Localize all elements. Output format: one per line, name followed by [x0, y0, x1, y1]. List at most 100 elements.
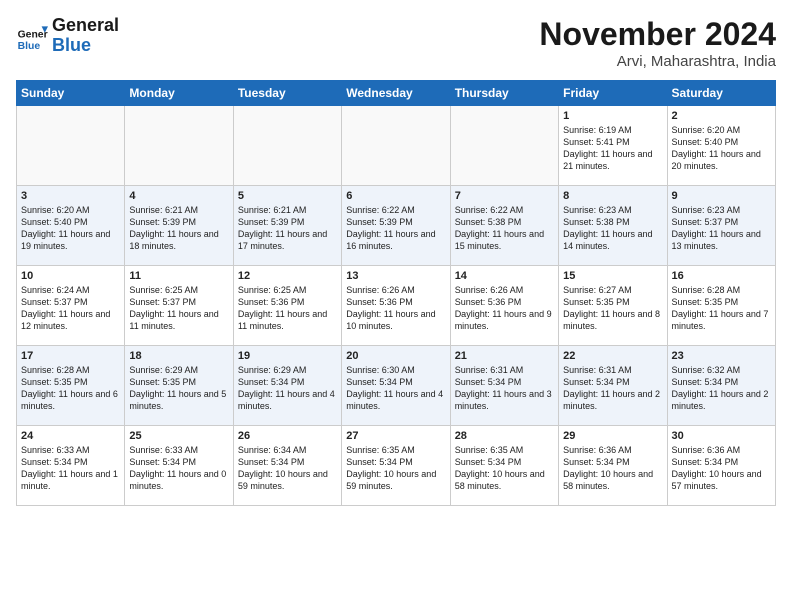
calendar-week-2: 3Sunrise: 6:20 AM Sunset: 5:40 PM Daylig…	[17, 186, 776, 266]
day-info: Sunrise: 6:29 AM Sunset: 5:34 PM Dayligh…	[238, 364, 337, 413]
calendar-cell: 28 Sunrise: 6:35 AM Sunset: 5:34 PM Dayli…	[450, 426, 558, 506]
day-number: 30	[672, 430, 771, 442]
day-number: 17	[21, 350, 120, 362]
day-info: Sunrise: 6:29 AM Sunset: 5:35 PM Dayligh…	[129, 364, 228, 413]
day-number: 2	[672, 110, 771, 122]
calendar-cell: 8Sunrise: 6:23 AM Sunset: 5:38 PM Daylig…	[559, 186, 667, 266]
header: General Blue General Blue November 2024 …	[16, 16, 776, 70]
calendar-week-3: 10 Sunrise: 6:24 AM Sunset: 5:37 PM Dayli…	[17, 266, 776, 346]
calendar-week-4: 17 Sunrise: 6:28 AM Sunset: 5:35 PM Dayli…	[17, 346, 776, 426]
dow-header-saturday: Saturday	[667, 81, 775, 106]
day-info: Sunrise: 6:25 AM Sunset: 5:37 PM Dayligh…	[129, 284, 228, 333]
calendar-cell: 26 Sunrise: 6:34 AM Sunset: 5:34 PM Dayli…	[233, 426, 341, 506]
day-number: 5	[238, 190, 337, 202]
page: General Blue General Blue November 2024 …	[0, 0, 792, 612]
day-of-week-row: SundayMondayTuesdayWednesdayThursdayFrid…	[17, 81, 776, 106]
calendar-cell: 14Sunrise: 6:26 AM Sunset: 5:36 PM Dayli…	[450, 266, 558, 346]
day-info: Sunrise: 6:31 AM Sunset: 5:34 PM Dayligh…	[455, 364, 554, 413]
logo-icon: General Blue	[16, 20, 48, 52]
day-number: 7	[455, 190, 554, 202]
day-info: Sunrise: 6:21 AM Sunset: 5:39 PM Dayligh…	[238, 204, 337, 253]
day-info: Sunrise: 6:23 AM Sunset: 5:37 PM Dayligh…	[672, 204, 771, 253]
day-number: 28	[455, 430, 554, 442]
calendar-cell: 5 Sunrise: 6:21 AM Sunset: 5:39 PM Daylig…	[233, 186, 341, 266]
day-info: Sunrise: 6:28 AM Sunset: 5:35 PM Dayligh…	[672, 284, 771, 333]
calendar-cell: 24 Sunrise: 6:33 AM Sunset: 5:34 PM Dayli…	[17, 426, 125, 506]
calendar-cell: 27 Sunrise: 6:35 AM Sunset: 5:34 PM Dayli…	[342, 426, 450, 506]
day-number: 18	[129, 350, 228, 362]
day-info: Sunrise: 6:36 AM Sunset: 5:34 PM Dayligh…	[672, 444, 771, 493]
day-number: 10	[21, 270, 120, 282]
calendar-body: 1Sunrise: 6:19 AM Sunset: 5:41 PM Daylig…	[17, 106, 776, 506]
day-number: 23	[672, 350, 771, 362]
day-number: 27	[346, 430, 445, 442]
day-number: 20	[346, 350, 445, 362]
dow-header-monday: Monday	[125, 81, 233, 106]
day-info: Sunrise: 6:33 AM Sunset: 5:34 PM Dayligh…	[21, 444, 120, 493]
calendar-cell: 15 Sunrise: 6:27 AM Sunset: 5:35 PM Dayli…	[559, 266, 667, 346]
day-info: Sunrise: 6:30 AM Sunset: 5:34 PM Dayligh…	[346, 364, 445, 413]
day-info: Sunrise: 6:22 AM Sunset: 5:38 PM Dayligh…	[455, 204, 554, 253]
calendar-cell	[342, 106, 450, 186]
calendar-cell: 2 Sunrise: 6:20 AM Sunset: 5:40 PM Daylig…	[667, 106, 775, 186]
calendar-cell: 11Sunrise: 6:25 AM Sunset: 5:37 PM Dayli…	[125, 266, 233, 346]
day-info: Sunrise: 6:24 AM Sunset: 5:37 PM Dayligh…	[21, 284, 120, 333]
calendar-week-1: 1Sunrise: 6:19 AM Sunset: 5:41 PM Daylig…	[17, 106, 776, 186]
dow-header-thursday: Thursday	[450, 81, 558, 106]
calendar-cell	[450, 106, 558, 186]
day-info: Sunrise: 6:19 AM Sunset: 5:41 PM Dayligh…	[563, 124, 662, 173]
day-info: Sunrise: 6:27 AM Sunset: 5:35 PM Dayligh…	[563, 284, 662, 333]
calendar-cell: 18 Sunrise: 6:29 AM Sunset: 5:35 PM Dayli…	[125, 346, 233, 426]
day-number: 9	[672, 190, 771, 202]
day-number: 13	[346, 270, 445, 282]
dow-header-sunday: Sunday	[17, 81, 125, 106]
day-number: 4	[129, 190, 228, 202]
day-info: Sunrise: 6:20 AM Sunset: 5:40 PM Dayligh…	[21, 204, 120, 253]
day-number: 14	[455, 270, 554, 282]
logo-text: General Blue	[52, 16, 119, 56]
day-number: 15	[563, 270, 662, 282]
day-number: 25	[129, 430, 228, 442]
day-info: Sunrise: 6:32 AM Sunset: 5:34 PM Dayligh…	[672, 364, 771, 413]
day-info: Sunrise: 6:35 AM Sunset: 5:34 PM Dayligh…	[346, 444, 445, 493]
dow-header-tuesday: Tuesday	[233, 81, 341, 106]
calendar-cell: 19 Sunrise: 6:29 AM Sunset: 5:34 PM Dayli…	[233, 346, 341, 426]
calendar-cell: 13Sunrise: 6:26 AM Sunset: 5:36 PM Dayli…	[342, 266, 450, 346]
calendar-cell: 22Sunrise: 6:31 AM Sunset: 5:34 PM Dayli…	[559, 346, 667, 426]
calendar-cell: 17 Sunrise: 6:28 AM Sunset: 5:35 PM Dayli…	[17, 346, 125, 426]
calendar-cell: 1Sunrise: 6:19 AM Sunset: 5:41 PM Daylig…	[559, 106, 667, 186]
day-info: Sunrise: 6:33 AM Sunset: 5:34 PM Dayligh…	[129, 444, 228, 493]
logo-general: General	[52, 16, 119, 36]
day-number: 26	[238, 430, 337, 442]
day-number: 29	[563, 430, 662, 442]
calendar-cell: 12Sunrise: 6:25 AM Sunset: 5:36 PM Dayli…	[233, 266, 341, 346]
logo: General Blue General Blue	[16, 16, 119, 56]
calendar-cell: 30 Sunrise: 6:36 AM Sunset: 5:34 PM Dayli…	[667, 426, 775, 506]
day-number: 21	[455, 350, 554, 362]
title-block: November 2024 Arvi, Maharashtra, India	[539, 16, 776, 70]
calendar-cell: 9 Sunrise: 6:23 AM Sunset: 5:37 PM Daylig…	[667, 186, 775, 266]
day-info: Sunrise: 6:35 AM Sunset: 5:34 PM Dayligh…	[455, 444, 554, 493]
day-info: Sunrise: 6:36 AM Sunset: 5:34 PM Dayligh…	[563, 444, 662, 493]
calendar-cell: 7 Sunrise: 6:22 AM Sunset: 5:38 PM Daylig…	[450, 186, 558, 266]
day-info: Sunrise: 6:21 AM Sunset: 5:39 PM Dayligh…	[129, 204, 228, 253]
calendar-table: SundayMondayTuesdayWednesdayThursdayFrid…	[16, 80, 776, 506]
month-title: November 2024	[539, 16, 776, 53]
calendar-cell: 6Sunrise: 6:22 AM Sunset: 5:39 PM Daylig…	[342, 186, 450, 266]
day-info: Sunrise: 6:31 AM Sunset: 5:34 PM Dayligh…	[563, 364, 662, 413]
calendar-week-5: 24 Sunrise: 6:33 AM Sunset: 5:34 PM Dayli…	[17, 426, 776, 506]
day-info: Sunrise: 6:34 AM Sunset: 5:34 PM Dayligh…	[238, 444, 337, 493]
day-info: Sunrise: 6:20 AM Sunset: 5:40 PM Dayligh…	[672, 124, 771, 173]
day-info: Sunrise: 6:23 AM Sunset: 5:38 PM Dayligh…	[563, 204, 662, 253]
day-number: 12	[238, 270, 337, 282]
calendar-cell: 10 Sunrise: 6:24 AM Sunset: 5:37 PM Dayli…	[17, 266, 125, 346]
calendar-cell: 23 Sunrise: 6:32 AM Sunset: 5:34 PM Dayli…	[667, 346, 775, 426]
day-number: 19	[238, 350, 337, 362]
calendar-cell: 21 Sunrise: 6:31 AM Sunset: 5:34 PM Dayli…	[450, 346, 558, 426]
day-info: Sunrise: 6:28 AM Sunset: 5:35 PM Dayligh…	[21, 364, 120, 413]
calendar-cell: 3Sunrise: 6:20 AM Sunset: 5:40 PM Daylig…	[17, 186, 125, 266]
calendar-cell	[17, 106, 125, 186]
calendar-cell: 16Sunrise: 6:28 AM Sunset: 5:35 PM Dayli…	[667, 266, 775, 346]
calendar-cell: 20 Sunrise: 6:30 AM Sunset: 5:34 PM Dayli…	[342, 346, 450, 426]
day-number: 24	[21, 430, 120, 442]
